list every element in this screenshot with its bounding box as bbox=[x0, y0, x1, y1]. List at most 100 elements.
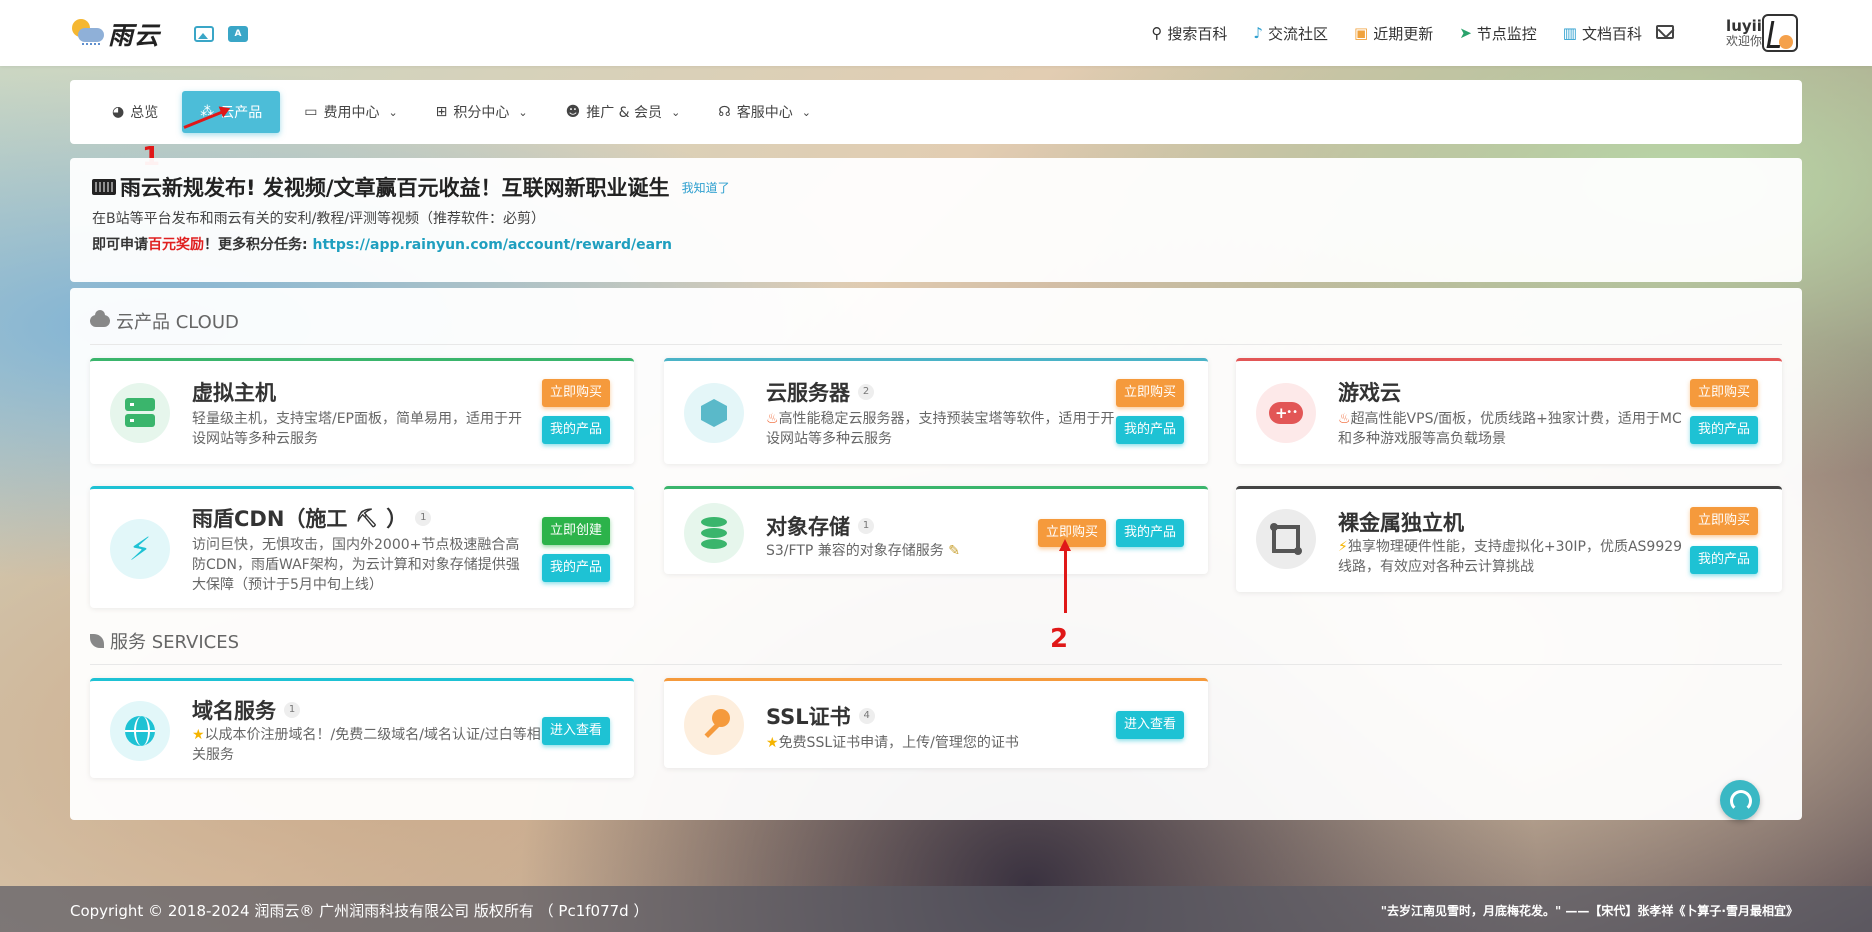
my-products-button[interactable]: 我的产品 bbox=[541, 416, 610, 444]
card-game-cloud: 游戏云 ♨超高性能VPS/面板，优质线路+独家计费，适用于MC和多种游戏服等高负… bbox=[1236, 358, 1782, 464]
card-title: 游戏云 bbox=[1338, 381, 1401, 405]
copyright-text: Copyright © 2018-2024 润雨云® 广州润雨科技有限公司 版权… bbox=[70, 902, 649, 920]
card-title: SSL证书 4 bbox=[766, 701, 875, 731]
dismiss-link[interactable]: 我知道了 bbox=[682, 179, 730, 196]
customer-support-float-button[interactable] bbox=[1720, 780, 1760, 820]
card-desc: 访问巨快，无惧攻击，国内外2000+节点极速融合高防CDN，雨盾WAF架构，为云… bbox=[192, 537, 520, 593]
gift-icon: ⊞ bbox=[435, 104, 448, 120]
count-badge: 1 bbox=[284, 702, 300, 718]
create-now-button[interactable]: 立即创建 bbox=[541, 517, 610, 545]
my-products-button[interactable]: 我的产品 bbox=[1689, 416, 1758, 444]
topnav-search[interactable]: ⚲ 搜索百科 bbox=[1151, 23, 1227, 44]
translate-icon[interactable]: A bbox=[228, 26, 249, 42]
book-icon: ▥ bbox=[1562, 24, 1577, 42]
card-desc: ⚡独享物理硬件性能，支持虚拟化+30IP，优质AS9929线路，有效应对各种云计… bbox=[1338, 539, 1683, 575]
topnav-community[interactable]: ♪ 交流社区 bbox=[1253, 23, 1328, 44]
top-nav-links: ⚲ 搜索百科 ♪ 交流社区 ▣ 近期更新 ➤ 节点监控 ▥ 文档百科 bbox=[1151, 0, 1642, 66]
count-badge: 1 bbox=[858, 518, 874, 534]
announcement-line-1: 在B站等平台发布和雨云有关的安利/教程/评测等视频（推荐软件：必剪） bbox=[92, 211, 546, 227]
view-button[interactable]: 进入查看 bbox=[1115, 711, 1184, 739]
card-title: 域名服务 1 bbox=[192, 695, 300, 725]
update-icon: ▣ bbox=[1354, 24, 1369, 42]
fire-icon: ♨ bbox=[1338, 411, 1351, 427]
reward-link[interactable]: https://app.rainyun.com/account/reward/e… bbox=[312, 237, 672, 253]
section-cloud-heading: 云产品 CLOUD bbox=[90, 308, 239, 334]
star-icon: ★ bbox=[192, 727, 205, 743]
count-badge: 4 bbox=[858, 708, 875, 724]
globe-icon bbox=[110, 701, 170, 761]
construction-icon: ⛏ bbox=[355, 507, 379, 529]
chevron-down-icon: ⌄ bbox=[671, 105, 681, 119]
menu-support[interactable]: ☊ 客服中心 ⌄ bbox=[704, 91, 825, 133]
buy-now-button[interactable]: 立即购买 bbox=[1689, 379, 1758, 407]
footer-quote: "去岁江南见雪时，月底梅花发。" ——【宋代】张孝祥《卜算子·雪月最相宜》 bbox=[1380, 904, 1798, 918]
logo-text: 雨云 bbox=[108, 21, 161, 50]
card-desc: ♨高性能稳定云服务器，支持预装宝塔等软件，适用于开设网站等多种云服务 bbox=[766, 411, 1115, 447]
leaf-icon bbox=[90, 634, 104, 648]
buy-now-button[interactable]: 立即购买 bbox=[541, 379, 610, 407]
cloud-icon bbox=[90, 310, 110, 327]
menu-billing[interactable]: ▭ 费用中心 ⌄ bbox=[290, 91, 411, 133]
broom-icon: ✎ bbox=[943, 543, 960, 559]
card-domain-service: 域名服务 1 ★以成本价注册域名！/免费二级域名/域名认证/过白等相关服务 进入查… bbox=[90, 678, 634, 778]
card-cdn: ⚡ 雨盾CDN（施工 ⛏） 1 访问巨快，无惧攻击，国内外2000+节点极速融合高防… bbox=[90, 486, 634, 608]
bolt-icon: ⚡ bbox=[110, 519, 170, 579]
view-button[interactable]: 进入查看 bbox=[541, 717, 610, 745]
headset-icon: ☊ bbox=[718, 104, 731, 120]
search-icon: ⚲ bbox=[1151, 24, 1163, 42]
topnav-docs[interactable]: ▥ 文档百科 bbox=[1563, 23, 1642, 44]
bolt-icon: ⚡ bbox=[1338, 539, 1348, 555]
topnav-updates[interactable]: ▣ 近期更新 bbox=[1354, 23, 1433, 44]
card-virtual-host: 虚拟主机 轻量级主机，支持宝塔/EP面板，简单易用，适用于开设网站等多种云服务 … bbox=[90, 358, 634, 464]
cube-icon bbox=[684, 383, 744, 443]
main-menu: ◕ 总览 ⁂ 云产品 ▭ 费用中心 ⌄ ⊞ 积分中心 ⌄ ☻ 推广 & 会员 ⌄… bbox=[70, 80, 1802, 144]
buy-now-button[interactable]: 立即购买 bbox=[1037, 519, 1106, 547]
database-icon bbox=[684, 503, 744, 563]
card-object-storage: 对象存储 1 S3/FTP 兼容的对象存储服务 ✎ 立即购买 我的产品 bbox=[664, 486, 1208, 574]
mail-icon[interactable] bbox=[1656, 25, 1674, 39]
logo[interactable]: 雨云 A bbox=[70, 16, 249, 52]
server-icon bbox=[110, 383, 170, 443]
card-desc: ★免费SSL证书申请，上传/管理您的证书 bbox=[766, 735, 1019, 751]
avatar[interactable] bbox=[1762, 14, 1798, 52]
menu-points[interactable]: ⊞ 积分中心 ⌄ bbox=[422, 91, 542, 133]
buy-now-button[interactable]: 立即购买 bbox=[1689, 507, 1758, 535]
count-badge: 2 bbox=[858, 384, 874, 400]
chevron-down-icon: ⌄ bbox=[388, 105, 398, 119]
key-icon bbox=[684, 695, 744, 755]
chevron-down-icon: ⌄ bbox=[801, 105, 811, 119]
menu-overview[interactable]: ◕ 总览 bbox=[98, 91, 172, 133]
my-products-button[interactable]: 我的产品 bbox=[1115, 416, 1184, 444]
card-bare-metal: 裸金属独立机 ⚡独享物理硬件性能，支持虚拟化+30IP，优质AS9929线路，有… bbox=[1236, 486, 1782, 592]
announcement-line-2: 即可申请百元奖励！更多积分任务: https://app.rainyun.com… bbox=[92, 237, 672, 253]
card-title: 虚拟主机 bbox=[192, 381, 276, 405]
my-products-button[interactable]: 我的产品 bbox=[1689, 546, 1758, 574]
card-title: 雨盾CDN（施工 ⛏） 1 bbox=[192, 503, 432, 533]
money-icon: ▭ bbox=[304, 104, 318, 120]
frame-icon bbox=[1256, 509, 1316, 569]
topnav-monitor[interactable]: ➤ 节点监控 bbox=[1459, 23, 1537, 44]
products-panel: 云产品 CLOUD 虚拟主机 轻量级主机，支持宝塔/EP面板，简单易用，适用于开… bbox=[70, 288, 1802, 820]
card-title: 裸金属独立机 bbox=[1338, 511, 1464, 535]
gamepad-icon bbox=[1256, 383, 1316, 443]
user-menu[interactable]: luyii 欢迎你 bbox=[1726, 18, 1762, 48]
image-icon[interactable] bbox=[194, 26, 215, 42]
star-icon: ★ bbox=[766, 735, 779, 751]
count-badge: 1 bbox=[415, 510, 432, 526]
bell-icon: ♪ bbox=[1253, 24, 1263, 42]
card-title: 云服务器 2 bbox=[766, 377, 874, 407]
card-desc: S3/FTP 兼容的对象存储服务 ✎ bbox=[766, 543, 960, 559]
card-ssl-certificate: SSL证书 4 ★免费SSL证书申请，上传/管理您的证书 进入查看 bbox=[664, 678, 1208, 768]
card-title: 对象存储 1 bbox=[766, 511, 874, 541]
location-arrow-icon: ➤ bbox=[1459, 24, 1472, 42]
annotation-arrow-2 bbox=[1059, 539, 1071, 613]
terminal-icon bbox=[92, 179, 116, 195]
section-services-heading: 服务 SERVICES bbox=[90, 628, 239, 654]
card-desc: ★以成本价注册域名！/免费二级域名/域名认证/过白等相关服务 bbox=[192, 727, 541, 763]
menu-promotion[interactable]: ☻ 推广 & 会员 ⌄ bbox=[552, 91, 695, 133]
top-navbar: 雨云 A ⚲ 搜索百科 ♪ 交流社区 ▣ 近期更新 ➤ 节点监控 ▥ 文档百科 … bbox=[0, 0, 1872, 66]
my-products-button[interactable]: 我的产品 bbox=[1115, 519, 1184, 547]
card-desc: 轻量级主机，支持宝塔/EP面板，简单易用，适用于开设网站等多种云服务 bbox=[192, 411, 523, 447]
my-products-button[interactable]: 我的产品 bbox=[541, 554, 610, 582]
buy-now-button[interactable]: 立即购买 bbox=[1115, 379, 1184, 407]
